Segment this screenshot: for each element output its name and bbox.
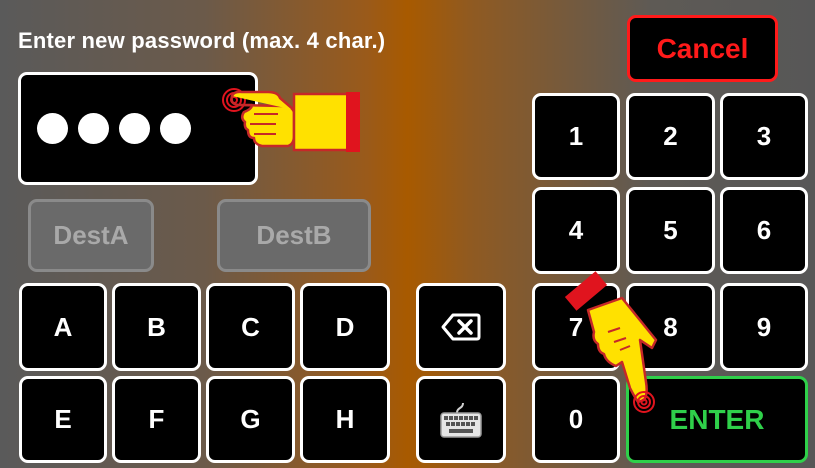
- keyboard-toggle-button[interactable]: [416, 376, 506, 463]
- key-b[interactable]: B: [112, 283, 201, 371]
- pointing-hand-icon: [564, 271, 658, 413]
- key-1[interactable]: 1: [532, 93, 620, 180]
- dest-a-button[interactable]: DestA: [28, 199, 154, 272]
- dest-b-button[interactable]: DestB: [217, 199, 371, 272]
- key-4[interactable]: 4: [532, 187, 620, 274]
- password-dot: [119, 113, 150, 144]
- key-d[interactable]: D: [300, 283, 390, 371]
- password-dot: [37, 113, 68, 144]
- key-9[interactable]: 9: [720, 283, 808, 371]
- key-6[interactable]: 6: [720, 187, 808, 274]
- key-3[interactable]: 3: [720, 93, 808, 180]
- backspace-button[interactable]: [416, 283, 506, 371]
- key-f[interactable]: F: [112, 376, 201, 463]
- pointing-hand-icon: [222, 88, 360, 152]
- backspace-icon: [441, 313, 481, 341]
- keyboard-icon: [440, 402, 482, 438]
- key-g[interactable]: G: [206, 376, 295, 463]
- key-2[interactable]: 2: [626, 93, 715, 180]
- cancel-button[interactable]: Cancel: [627, 15, 778, 82]
- key-h[interactable]: H: [300, 376, 390, 463]
- prompt-title: Enter new password (max. 4 char.): [18, 28, 386, 53]
- key-a[interactable]: A: [19, 283, 107, 371]
- key-c[interactable]: C: [206, 283, 295, 371]
- password-dot: [78, 113, 109, 144]
- password-dot: [160, 113, 191, 144]
- password-entry-screen: Enter new password (max. 4 char.) Cancel…: [0, 0, 815, 468]
- key-5[interactable]: 5: [626, 187, 715, 274]
- key-e[interactable]: E: [19, 376, 107, 463]
